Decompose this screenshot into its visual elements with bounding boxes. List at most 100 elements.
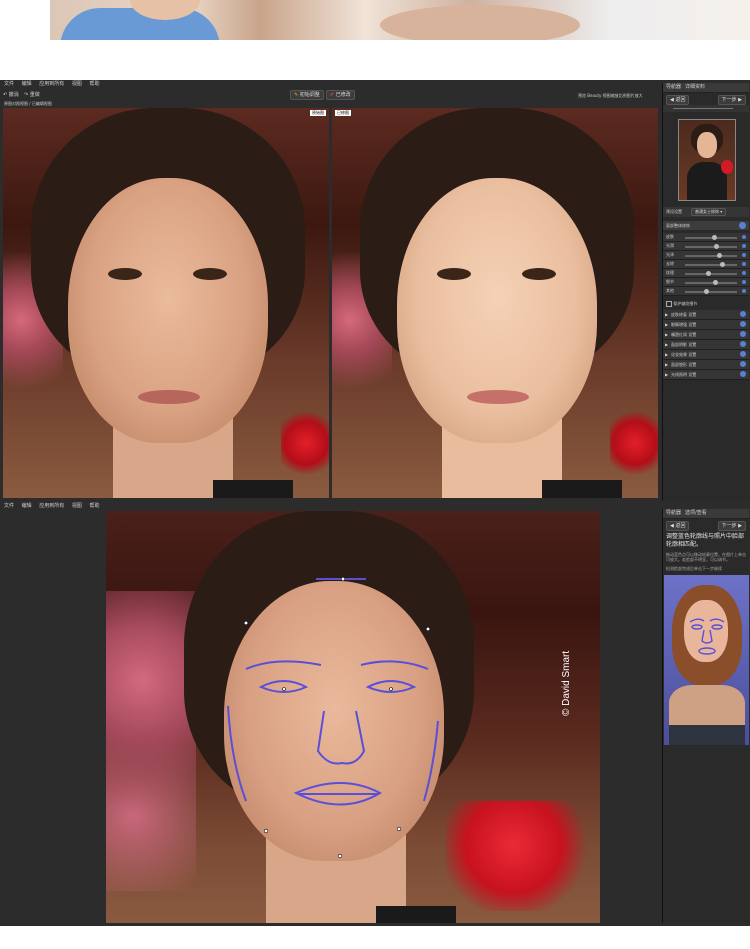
tab-details[interactable]: 详细资料 <box>685 84 705 91</box>
initial-adjust-button[interactable]: ✎ 初始调整 <box>290 90 324 100</box>
section-list: ▶ 皮肤修复 设置 ▶ 眼睛增强 设置 ▶ 嘴唇红润 设置 ▶ 面部阴影 设置 ▶ 化妆效果 设置… <box>663 310 749 380</box>
slider-track[interactable] <box>685 244 737 249</box>
slider-track[interactable] <box>685 253 737 258</box>
tab-navigator[interactable]: 导航器 <box>666 84 681 91</box>
nav-next-button[interactable]: 下一步 ▶ <box>717 521 746 531</box>
modified-button[interactable]: ✐ 已修改 <box>326 90 355 100</box>
control-point[interactable] <box>282 687 286 691</box>
slider-knob[interactable] <box>706 271 712 276</box>
slider-knob[interactable] <box>713 280 719 285</box>
expand-arrow-icon[interactable]: ▶ <box>665 311 668 318</box>
slider-reset-icon[interactable] <box>742 280 746 284</box>
face-detect-photo[interactable]: © David Smart <box>106 511 600 923</box>
control-point[interactable] <box>337 853 343 859</box>
slider-knob[interactable] <box>716 253 722 258</box>
control-point[interactable] <box>425 626 431 632</box>
after-photo[interactable]: 已修图 <box>332 108 658 498</box>
tab-navigator[interactable]: 导航器 <box>666 510 681 517</box>
slider-knob[interactable] <box>714 244 720 249</box>
section-row[interactable]: ▶ 面部阴影 设置 <box>663 340 749 350</box>
before-right-eye <box>193 268 227 280</box>
top-right-panel: 导航器 详细资料 ◀ 返回 下一步 ▶ 预设设置 普通女士修饰 ▾ 面部整体修饰… <box>662 83 749 501</box>
right-jaw-outline[interactable] <box>423 720 439 802</box>
section-toggle-icon[interactable] <box>740 361 746 367</box>
face-group-header[interactable]: 面部整体修饰 <box>663 221 749 230</box>
section-row[interactable]: ▶ 皮肤修复 设置 <box>663 310 749 320</box>
section-toggle-icon[interactable] <box>740 351 746 357</box>
section-toggle-icon[interactable] <box>740 341 746 347</box>
protect-wrinkle-checkbox[interactable]: 保护皱纹细节 <box>666 300 697 307</box>
slider-track[interactable] <box>685 271 737 276</box>
menu-item-help[interactable]: 帮助 <box>89 81 99 87</box>
top-app-window: 文件 编辑 应用到所有 视图 帮助 ↶ 撤消 ↷ 重做 ✎ 初始调整 ✐ 已修改… <box>0 80 750 503</box>
top-menu-bar: 文件 编辑 应用到所有 视图 帮助 <box>4 81 105 88</box>
section-toggle-icon[interactable] <box>740 311 746 317</box>
menu-item-apply-all[interactable]: 应用到所有 <box>39 81 64 87</box>
expand-arrow-icon[interactable]: ▶ <box>665 341 668 348</box>
control-point[interactable] <box>263 828 269 834</box>
right-eyebrow-outline[interactable] <box>360 660 429 670</box>
section-row[interactable]: ▶ 眼睛增强 设置 <box>663 320 749 330</box>
section-label: 嘴唇红润 设置 <box>671 332 697 337</box>
adult-arm <box>380 5 580 40</box>
slider-knob[interactable] <box>703 289 709 294</box>
menu-item-apply-all[interactable]: 应用到所有 <box>39 503 64 509</box>
slider-knob[interactable] <box>711 235 717 240</box>
slider-reset-icon[interactable] <box>742 244 746 248</box>
menu-item-view[interactable]: 视图 <box>72 81 82 87</box>
face-outline-overlay[interactable] <box>106 511 600 923</box>
control-point[interactable] <box>243 620 249 626</box>
left-jaw-outline[interactable] <box>227 705 247 802</box>
slider-track[interactable] <box>685 262 737 267</box>
slider-label: 光泽 <box>666 252 674 257</box>
menu-item-file[interactable]: 文件 <box>4 503 14 509</box>
slider-reset-icon[interactable] <box>742 253 746 257</box>
slider-track[interactable] <box>685 280 737 285</box>
expand-arrow-icon[interactable]: ▶ <box>665 351 668 358</box>
redo-button[interactable]: ↷ 重做 <box>24 92 40 99</box>
tab-options[interactable]: 选项/查看 <box>685 510 707 517</box>
control-point[interactable] <box>389 687 393 691</box>
top-nav-row: ◀ 返回 下一步 ▶ <box>663 93 749 105</box>
preset-select[interactable]: 普通女士修饰 ▾ <box>691 208 727 216</box>
menu-item-view[interactable]: 视图 <box>72 503 82 509</box>
section-label: 面部阴影 设置 <box>671 342 697 347</box>
slider-reset-icon[interactable] <box>742 262 746 266</box>
zoom-slider[interactable] <box>673 108 733 109</box>
preview-thumbnail[interactable] <box>664 575 749 745</box>
section-toggle-icon[interactable] <box>740 331 746 337</box>
section-row[interactable]: ▶ 面部塑形 设置 <box>663 360 749 370</box>
undo-button[interactable]: ↶ 撤消 <box>3 92 19 99</box>
slider-reset-icon[interactable] <box>742 235 746 239</box>
expand-arrow-icon[interactable]: ▶ <box>665 361 668 368</box>
left-eyebrow-outline[interactable] <box>245 660 322 670</box>
control-point[interactable] <box>396 826 402 832</box>
slider-reset-icon[interactable] <box>742 271 746 275</box>
navigator-thumbnail[interactable] <box>678 119 736 201</box>
nav-next-button[interactable]: 下一步 ▶ <box>717 95 746 105</box>
slider-track[interactable] <box>685 235 737 240</box>
nav-back-button[interactable]: ◀ 返回 <box>666 95 690 105</box>
slider-row: 纹理 <box>663 269 749 278</box>
before-photo[interactable]: 原始图 <box>3 108 329 498</box>
section-row[interactable]: ▶ 化妆效果 设置 <box>663 350 749 360</box>
menu-item-help[interactable]: 帮助 <box>89 503 99 509</box>
group-toggle-icon[interactable] <box>739 222 746 229</box>
menu-item-file[interactable]: 文件 <box>4 81 14 87</box>
nose-outline[interactable] <box>316 710 366 765</box>
undo-icon: ↶ <box>3 92 8 98</box>
expand-arrow-icon[interactable]: ▶ <box>665 371 668 378</box>
menu-item-edit[interactable]: 编辑 <box>22 81 32 87</box>
control-point[interactable] <box>340 576 346 582</box>
expand-arrow-icon[interactable]: ▶ <box>665 331 668 338</box>
slider-knob[interactable] <box>720 262 726 267</box>
section-toggle-icon[interactable] <box>740 371 746 377</box>
slider-track[interactable] <box>685 289 737 294</box>
menu-item-edit[interactable]: 编辑 <box>22 503 32 509</box>
section-toggle-icon[interactable] <box>740 321 746 327</box>
nav-back-button[interactable]: ◀ 返回 <box>666 521 690 531</box>
section-row[interactable]: ▶ 嘴唇红润 设置 <box>663 330 749 340</box>
slider-reset-icon[interactable] <box>742 289 746 293</box>
expand-arrow-icon[interactable]: ▶ <box>665 321 668 328</box>
section-row[interactable]: ▶ 光线照明 设置 <box>663 370 749 380</box>
